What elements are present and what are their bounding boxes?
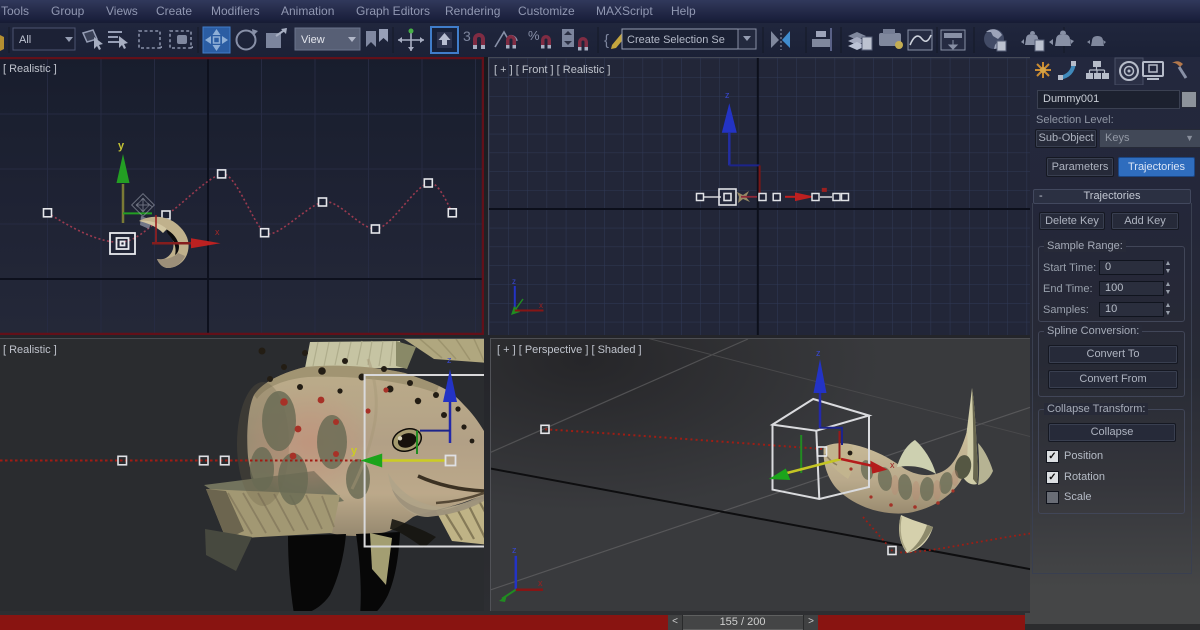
svg-text:x: x — [890, 460, 895, 470]
svg-text:z: z — [512, 277, 516, 286]
svg-text:y: y — [118, 140, 125, 152]
svg-text:View: View — [301, 34, 325, 46]
svg-text:x: x — [215, 227, 220, 237]
svg-text:Create Selection Se: Create Selection Se — [627, 34, 725, 46]
svg-text:{: { — [604, 32, 609, 49]
svg-text:x: x — [538, 578, 543, 588]
svg-text:z: z — [512, 545, 517, 555]
svg-text:3: 3 — [463, 28, 471, 44]
svg-text:All: All — [19, 34, 31, 46]
svg-text:%: % — [528, 28, 540, 43]
svg-text:x: x — [539, 301, 543, 310]
svg-text:z: z — [816, 348, 821, 358]
svg-text:z: z — [725, 90, 730, 100]
svg-text:y: y — [351, 445, 358, 457]
svg-text:z: z — [447, 355, 452, 365]
